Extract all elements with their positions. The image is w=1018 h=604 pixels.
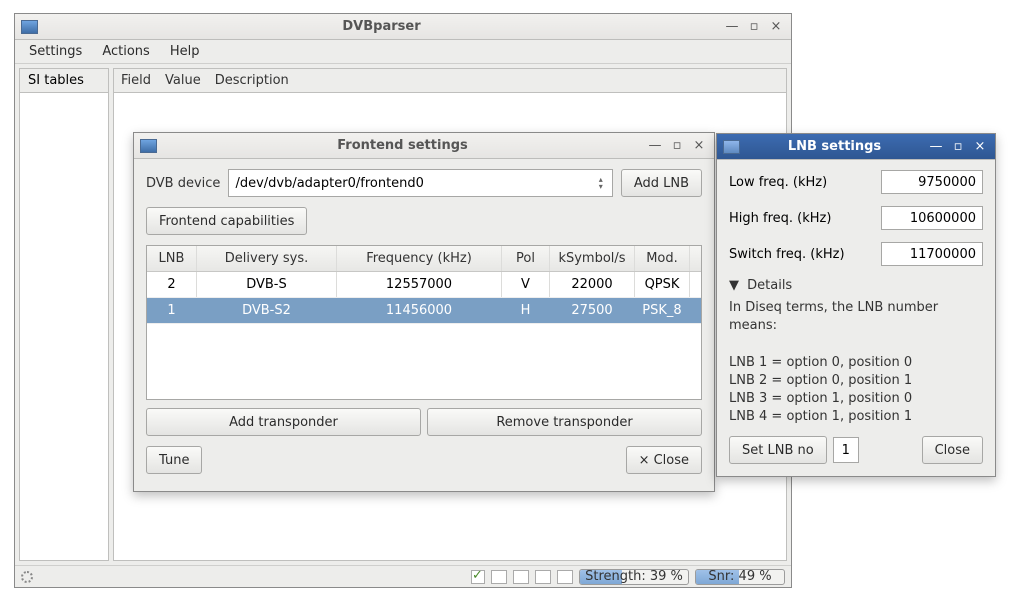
- col-field: Field: [114, 69, 158, 92]
- cell-lnb: 2: [147, 272, 197, 297]
- menu-settings[interactable]: Settings: [19, 41, 92, 62]
- strength-progress: Strength: 39 %: [579, 569, 689, 585]
- frontend-titlebar: Frontend settings — ▫ ×: [134, 133, 714, 159]
- table-row[interactable]: 1DVB-S211456000H27500PSK_8: [147, 298, 701, 324]
- table-header: LNB Delivery sys. Frequency (kHz) Pol kS…: [147, 246, 701, 272]
- col-mod[interactable]: Mod.: [635, 246, 690, 271]
- lnb-titlebar: LNB settings — ▫ ×: [717, 134, 995, 160]
- statusbar: Strength: 39 % Snr: 49 %: [15, 565, 791, 587]
- maximize-button[interactable]: ▫: [745, 19, 763, 35]
- cell-freq: 11456000: [337, 298, 502, 323]
- field-header: Field Value Description: [114, 69, 786, 93]
- maximize-button[interactable]: ▫: [668, 138, 686, 154]
- close-button[interactable]: ×: [971, 139, 989, 155]
- cell-mod: PSK_8: [635, 298, 690, 323]
- close-button[interactable]: ×: [690, 138, 708, 154]
- details-line-1: LNB 1 = option 0, position 0: [729, 354, 983, 372]
- col-lnb[interactable]: LNB: [147, 246, 197, 271]
- details-intro: In Diseq terms, the LNB number means:: [729, 299, 983, 335]
- cell-delivery: DVB-S: [197, 272, 337, 297]
- set-lnb-no-button[interactable]: Set LNB no: [729, 436, 827, 464]
- app-icon: [723, 140, 740, 154]
- high-freq-label: High freq. (kHz): [729, 211, 831, 226]
- col-delivery[interactable]: Delivery sys.: [197, 246, 337, 271]
- status-box-4: [557, 570, 573, 584]
- dvb-device-value: /dev/dvb/adapter0/frontend0: [235, 176, 424, 191]
- disclosure-triangle-icon: ▼: [729, 278, 739, 293]
- main-title: DVBparser: [44, 19, 719, 34]
- lnb-no-input[interactable]: [833, 437, 859, 463]
- status-box-2: [513, 570, 529, 584]
- low-freq-input[interactable]: [881, 170, 983, 194]
- lnb-title: LNB settings: [746, 139, 923, 154]
- snr-progress: Snr: 49 %: [695, 569, 785, 585]
- app-icon: [140, 139, 157, 153]
- low-freq-label: Low freq. (kHz): [729, 175, 827, 190]
- remove-transponder-button[interactable]: Remove transponder: [427, 408, 702, 436]
- switch-freq-input[interactable]: [881, 242, 983, 266]
- minimize-button[interactable]: —: [646, 138, 664, 154]
- add-lnb-button[interactable]: Add LNB: [621, 169, 702, 197]
- cell-pol: H: [502, 298, 550, 323]
- table-row[interactable]: 2DVB-S12557000V22000QPSK: [147, 272, 701, 298]
- spinner-arrows-icon: ▴▾: [594, 172, 608, 194]
- si-tables-panel: SI tables: [19, 68, 109, 561]
- close-x-icon: ×: [639, 453, 650, 468]
- close-button[interactable]: ×: [767, 19, 785, 35]
- menu-help[interactable]: Help: [160, 41, 210, 62]
- status-box-3: [535, 570, 551, 584]
- frontend-settings-dialog: Frontend settings — ▫ × DVB device /dev/…: [133, 132, 715, 492]
- frontend-close-button[interactable]: × Close: [626, 446, 702, 474]
- menu-actions[interactable]: Actions: [92, 41, 160, 62]
- strength-label: Strength: 39 %: [585, 569, 683, 584]
- status-box-1: [491, 570, 507, 584]
- dvb-device-label: DVB device: [146, 176, 220, 191]
- col-frequency[interactable]: Frequency (kHz): [337, 246, 502, 271]
- transponder-table: LNB Delivery sys. Frequency (kHz) Pol kS…: [146, 245, 702, 400]
- col-description: Description: [208, 69, 296, 92]
- menubar: Settings Actions Help: [15, 40, 791, 64]
- lnb-close-button[interactable]: Close: [922, 436, 983, 464]
- switch-freq-label: Switch freq. (kHz): [729, 247, 845, 262]
- add-transponder-button[interactable]: Add transponder: [146, 408, 421, 436]
- details-label: Details: [747, 278, 792, 293]
- tune-button[interactable]: Tune: [146, 446, 202, 474]
- app-icon: [21, 20, 38, 34]
- frontend-close-label: Close: [654, 453, 689, 468]
- col-value: Value: [158, 69, 208, 92]
- main-titlebar: DVBparser — ▫ ×: [15, 14, 791, 40]
- high-freq-input[interactable]: [881, 206, 983, 230]
- col-pol[interactable]: Pol: [502, 246, 550, 271]
- lock-indicator: [471, 570, 485, 584]
- frontend-capabilities-button[interactable]: Frontend capabilities: [146, 207, 307, 235]
- dvb-device-select[interactable]: /dev/dvb/adapter0/frontend0 ▴▾: [228, 169, 612, 197]
- details-line-3: LNB 3 = option 1, position 0: [729, 390, 983, 408]
- si-tables-tab[interactable]: SI tables: [20, 69, 108, 93]
- cell-delivery: DVB-S2: [197, 298, 337, 323]
- cell-ksym: 22000: [550, 272, 635, 297]
- lnb-settings-dialog: LNB settings — ▫ × Low freq. (kHz) High …: [716, 133, 996, 477]
- maximize-button[interactable]: ▫: [949, 139, 967, 155]
- details-expander[interactable]: ▼ Details: [729, 278, 983, 293]
- cell-freq: 12557000: [337, 272, 502, 297]
- spinner-icon: [21, 571, 33, 583]
- cell-pol: V: [502, 272, 550, 297]
- details-line-2: LNB 2 = option 0, position 1: [729, 372, 983, 390]
- details-body: In Diseq terms, the LNB number means: LN…: [729, 299, 983, 426]
- col-ksymbol[interactable]: kSymbol/s: [550, 246, 635, 271]
- cell-mod: QPSK: [635, 272, 690, 297]
- details-line-4: LNB 4 = option 1, position 1: [729, 408, 983, 426]
- minimize-button[interactable]: —: [723, 19, 741, 35]
- cell-ksym: 27500: [550, 298, 635, 323]
- cell-lnb: 1: [147, 298, 197, 323]
- minimize-button[interactable]: —: [927, 139, 945, 155]
- frontend-title: Frontend settings: [163, 138, 642, 153]
- snr-label: Snr: 49 %: [708, 569, 771, 584]
